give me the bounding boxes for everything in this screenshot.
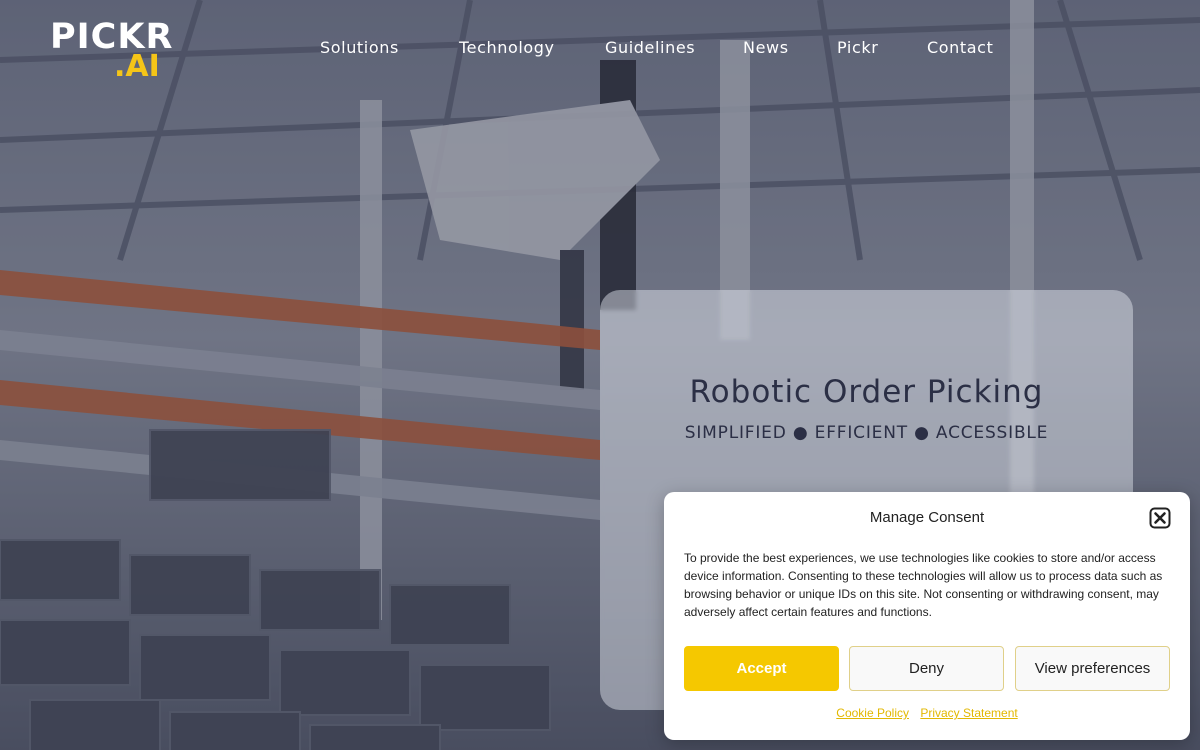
consent-title: Manage Consent [869,509,985,526]
hero-subtitle: SIMPLIFIED ● EFFICIENT ● ACCESSIBLE [684,423,1049,443]
hero-title: Robotic Order Picking [689,374,1044,410]
nav-item-pickr[interactable]: Pickr [837,38,878,57]
accept-button[interactable]: Accept [684,646,839,691]
nav-item-technology[interactable]: Technology [459,38,555,57]
cookie-policy-link[interactable]: Cookie Policy [836,706,909,720]
nav-item-news[interactable]: News [743,38,789,57]
nav-item-solutions[interactable]: Solutions [320,38,399,57]
site-header: PICKR .AI Solutions Technology Guideline… [0,0,1200,100]
close-icon[interactable] [1149,507,1171,529]
consent-message: To provide the best experiences, we use … [684,551,1163,619]
nav-item-guidelines[interactable]: Guidelines [605,38,695,57]
view-preferences-button[interactable]: View preferences [1015,646,1170,691]
consent-dialog: Manage Consent To provide the best exper… [664,492,1190,740]
privacy-statement-link[interactable]: Privacy Statement [920,706,1017,720]
nav-item-contact[interactable]: Contact [927,38,993,57]
consent-links: Cookie Policy Privacy Statement [664,706,1190,720]
deny-button[interactable]: Deny [849,646,1004,691]
main-nav: Solutions Technology Guidelines News Pic… [0,38,1200,64]
